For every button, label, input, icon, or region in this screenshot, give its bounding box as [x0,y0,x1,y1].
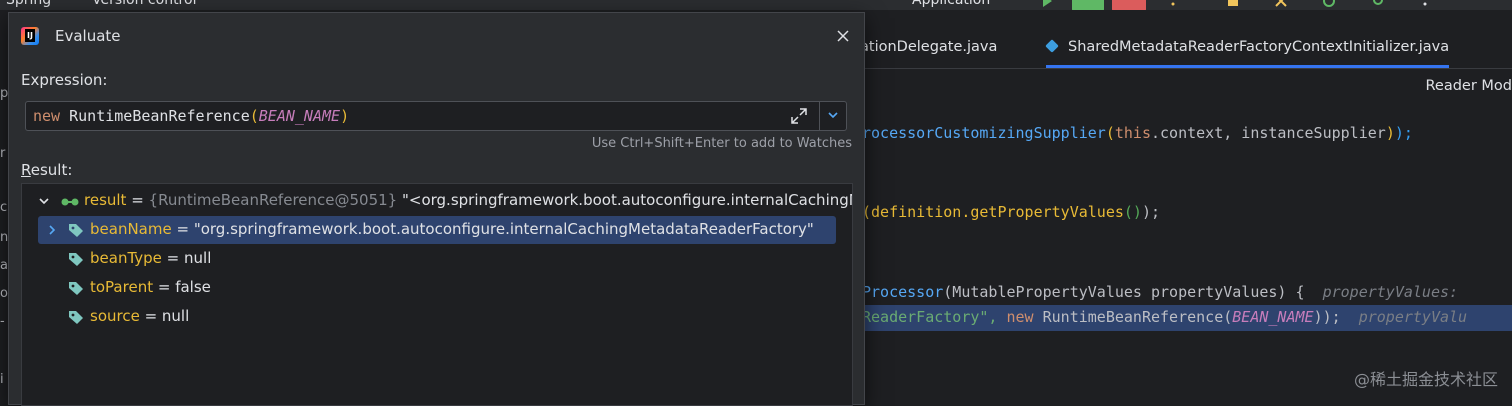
expand-editor-icon[interactable] [790,107,808,125]
chevron-down-icon[interactable] [826,108,840,122]
close-x-icon[interactable] [1274,0,1288,8]
inline-hint: propertyValu [1358,308,1468,326]
tree-row-to-parent[interactable]: toParent = false [22,274,852,302]
chevron-down-icon[interactable] [38,195,50,207]
expression-text[interactable]: new RuntimeBeanReference(BEAN_NAME) [33,107,349,125]
run-icon[interactable] [1040,0,1054,8]
gutter-text: a [0,258,8,273]
expression-input[interactable]: new RuntimeBeanReference(BEAN_NAME) [25,101,847,131]
run-configuration-select[interactable]: Application [912,0,990,8]
code-line: ReaderFactory", new RuntimeBeanReference… [862,308,1468,326]
result-label: Result: [21,161,73,179]
vcs-menu[interactable]: Version control [92,0,196,8]
intellij-app-icon: IJ [21,27,39,45]
expression-label: Expression: [21,71,108,89]
tab-shared-metadata-reader[interactable]: SharedMetadataReaderFactoryContextInitia… [1045,28,1450,68]
debug-button[interactable] [1072,0,1104,10]
watermark: @稀土掘金技术社区 [1353,370,1498,389]
profiler-icon[interactable] [1226,0,1240,8]
tree-row-result[interactable]: result = {RuntimeBeanReference@5051} "<o… [22,187,852,215]
gutter-text: c [0,200,8,215]
divider [819,102,820,130]
more-options-icon[interactable] [1418,0,1432,8]
result-tree[interactable]: result = {RuntimeBeanReference@5051} "<o… [21,183,853,406]
watch-glasses-icon [61,198,79,206]
field-tag-icon [69,224,83,237]
code-line: (definition.getPropertyValues()); [862,203,1161,221]
evaluate-dialog: IJ Evaluate Expression: new RuntimeBeanR… [8,12,865,406]
field-tag-icon [69,282,83,295]
tab-label: ationDelegate.java [860,39,998,55]
inline-hint: propertyValues: [1322,283,1459,301]
gutter-text: - [0,314,5,329]
gutter-text: o [0,286,8,301]
tree-row-bean-type[interactable]: beanType = null [22,245,852,273]
search-icon[interactable] [1372,0,1386,8]
ide-toolbar: Spring Version control Application [0,0,1512,10]
gutter-text: i [0,372,4,387]
tree-row-source[interactable]: source = null [22,303,852,331]
code-line: rocessorCustomizingSupplier(this.context… [862,124,1413,142]
code-line: Processor(MutablePropertyValues property… [862,283,1459,301]
plugin-icon[interactable] [1322,0,1336,8]
stop-button[interactable] [1112,0,1146,10]
more-run-icon[interactable] [1166,0,1180,8]
tree-row-bean-name[interactable]: beanName = "org.springframework.boot.aut… [38,216,836,244]
gutter-text: r [0,146,6,161]
chevron-right-icon[interactable] [46,224,58,236]
watches-hint: Use Ctrl+Shift+Enter to add to Watches [591,136,852,151]
dialog-title: Evaluate [55,27,121,45]
editor-tabs: ationDelegate.java SharedMetadataReaderF… [860,28,1512,69]
project-menu[interactable]: Spring [6,0,51,8]
tab-configuration-delegate[interactable]: ationDelegate.java [860,28,997,68]
java-file-icon [1045,39,1059,53]
reader-mode-toggle[interactable]: Reader Mod [1425,78,1512,94]
gutter-text: n [0,230,9,245]
field-tag-icon [69,311,83,324]
field-tag-icon [69,253,83,266]
close-icon[interactable] [834,27,852,45]
tab-label: SharedMetadataReaderFactoryContextInitia… [1068,39,1450,55]
